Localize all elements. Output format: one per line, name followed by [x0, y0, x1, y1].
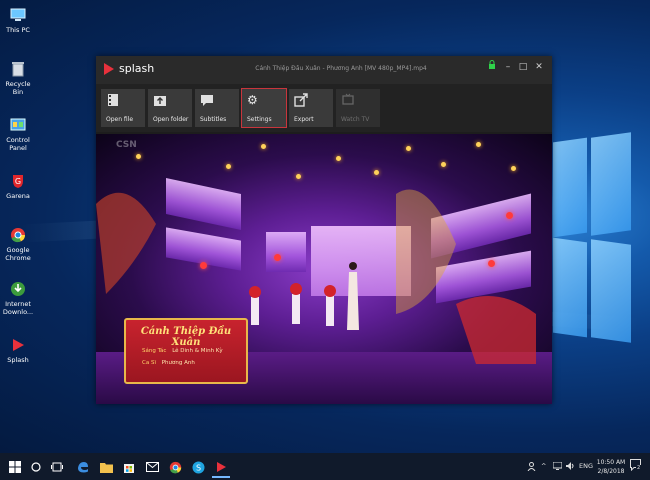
export-button[interactable]: Export: [289, 89, 333, 127]
cortana-circle-icon: [31, 462, 41, 472]
action-center-button[interactable]: 2: [630, 459, 642, 473]
language-indicator[interactable]: ENG: [579, 462, 593, 470]
app-logo: splash: [104, 62, 154, 75]
subtitles-button[interactable]: Subtitles: [195, 89, 239, 127]
taskbar-skype[interactable]: S: [189, 458, 207, 476]
task-view-icon: [51, 462, 63, 472]
watch-tv-button[interactable]: Watch TV: [336, 89, 380, 127]
video-frame[interactable]: CSN Cánh Thiệp Đầu Xuân Sáng Tác Lê Dinh…: [96, 134, 552, 404]
system-clock[interactable]: 10:50 AM 2/8/2018: [594, 458, 628, 476]
start-button[interactable]: [6, 458, 24, 476]
skype-icon: S: [192, 461, 204, 473]
desktop-icon-recycle-bin[interactable]: Recycle Bin: [2, 60, 34, 96]
splash-icon: [217, 462, 226, 472]
folder-icon: [99, 462, 113, 473]
cortana-button[interactable]: [27, 458, 45, 476]
internet-download-manager-icon: [9, 280, 27, 298]
title-bar[interactable]: splash Cánh Thiệp Đầu Xuân - Phương Anh …: [96, 56, 552, 84]
singer-figure: [347, 262, 359, 330]
tv-icon: [341, 93, 355, 107]
chrome-icon: [169, 461, 181, 473]
taskbar-edge[interactable]: [74, 458, 92, 476]
svg-text:G: G: [15, 177, 21, 186]
singer-row: Ca Sĩ Phương Anh: [142, 360, 195, 366]
taskbar-mail[interactable]: [143, 458, 161, 476]
desktop-icon-this-pc[interactable]: This PC: [2, 6, 34, 34]
song-title: Cánh Thiệp Đầu Xuân: [140, 326, 232, 348]
network-icon[interactable]: [552, 461, 563, 472]
gear-icon: ⚙: [247, 93, 258, 107]
windows-logo: [553, 132, 633, 343]
film-icon: [106, 93, 120, 107]
chrome-icon: [9, 226, 27, 244]
desktop-icon-splash[interactable]: Splash: [2, 336, 34, 364]
windows-start-icon: [9, 461, 21, 473]
chevron-up-icon[interactable]: ^: [541, 462, 546, 470]
open-folder-button[interactable]: Open folder: [148, 89, 192, 127]
composer-row: Sáng Tác Lê Dinh & Minh Kỳ: [142, 348, 223, 354]
edge-icon: [78, 462, 88, 473]
desktop-icon-control-panel[interactable]: Control Panel: [2, 116, 34, 152]
taskbar-chrome[interactable]: [166, 458, 184, 476]
window-title: Cánh Thiệp Đầu Xuân - Phương Anh [MV 480…: [255, 65, 427, 72]
minimize-button[interactable]: –: [500, 60, 516, 74]
desktop-icon-garena[interactable]: G Garena: [2, 172, 34, 200]
taskbar: S ^ ENG 10:50 AM 2/8/2018 2: [0, 453, 650, 480]
desktop-icon-internet-download-manager[interactable]: Internet Downlo...: [2, 280, 34, 316]
computer-icon: [9, 6, 27, 24]
volume-icon[interactable]: [566, 462, 575, 472]
export-icon: [294, 93, 308, 107]
desktop-icon-google-chrome[interactable]: Google Chrome: [2, 226, 34, 262]
recycle-bin-icon: [9, 60, 27, 78]
channel-watermark: CSN: [116, 140, 137, 150]
open-file-button[interactable]: Open file: [101, 89, 145, 127]
splash-icon: [9, 336, 27, 354]
taskbar-splash[interactable]: [212, 458, 230, 478]
garena-icon: G: [9, 172, 27, 190]
folder-upload-icon: [153, 93, 167, 107]
splash-logo-icon: [104, 62, 114, 75]
task-view-button[interactable]: [48, 458, 66, 476]
mail-icon: [145, 462, 159, 472]
svg-text:S: S: [195, 463, 200, 472]
song-info-banner: Cánh Thiệp Đầu Xuân Sáng Tác Lê Dinh & M…: [124, 318, 248, 384]
toolbar: Open file Open folder Subtitles ⚙ Settin…: [96, 84, 552, 132]
taskbar-store[interactable]: [120, 458, 138, 476]
speech-bubble-icon: [200, 93, 214, 107]
maximize-button[interactable]: □: [515, 60, 531, 74]
lock-icon[interactable]: [484, 60, 500, 74]
taskbar-file-explorer[interactable]: [97, 458, 115, 476]
splash-player-window[interactable]: splash Cánh Thiệp Đầu Xuân - Phương Anh …: [96, 56, 552, 404]
people-icon[interactable]: [527, 462, 536, 473]
notification-count: 2: [636, 465, 642, 471]
settings-button[interactable]: ⚙ Settings: [241, 88, 287, 128]
store-bag-icon: [124, 464, 134, 473]
close-button[interactable]: ✕: [531, 60, 547, 74]
control-panel-icon: [9, 116, 27, 134]
